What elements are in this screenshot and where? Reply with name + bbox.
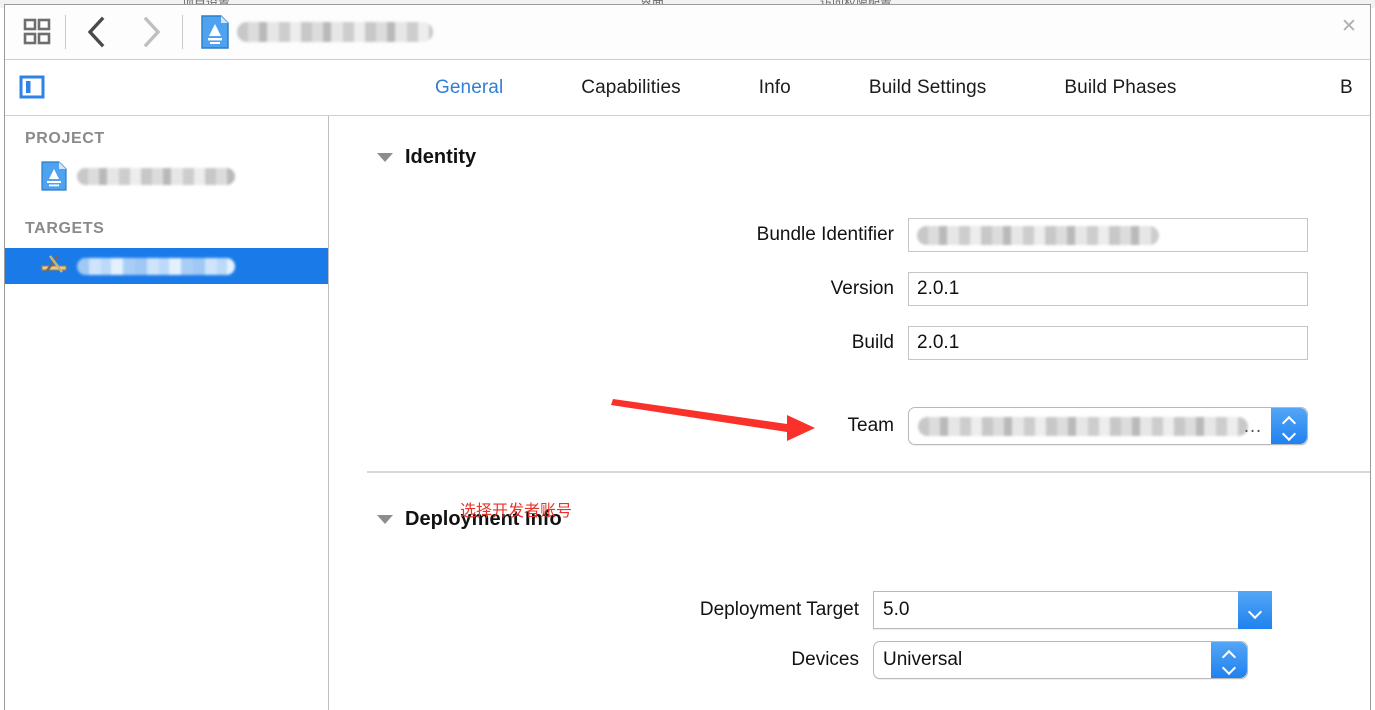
disclosure-triangle-icon[interactable] [377,153,393,162]
sidebar-header-targets: TARGETS [25,220,105,237]
sidebar-target-name-redacted [77,257,235,275]
devices-stepper-arrows[interactable] [1211,642,1247,678]
toolbar-separator-1 [65,15,66,49]
xcode-target-icon [41,251,67,281]
team-label: Team [847,415,894,436]
identity-section-header[interactable]: Identity [377,146,476,169]
devices-popup-button[interactable]: Universal [873,641,1248,679]
project-navigator-sidebar: PROJECT TARGETS [5,116,329,710]
bundle-identifier-input[interactable] [908,218,1308,252]
show-left-panel-icon[interactable] [17,72,47,102]
field-row-deployment-target: Deployment Target 5.0 [329,591,1339,629]
close-icon[interactable]: ✕ [1338,15,1360,37]
team-stepper-arrows[interactable] [1271,408,1307,444]
build-label: Build [851,332,894,353]
tab-list: General Capabilities Info Build Settings… [435,60,1177,115]
team-popup-button[interactable]: … [908,407,1308,445]
sidebar-item-project[interactable] [5,158,328,194]
devices-label: Devices [791,649,859,670]
field-row-bundle-identifier: Bundle Identifier [329,218,1339,252]
chevron-up-icon [1283,417,1296,425]
bundle-identifier-value-redacted [917,225,1159,245]
team-value-redacted [918,416,1248,436]
bundle-identifier-label: Bundle Identifier [756,224,894,245]
field-row-team: Team … [329,407,1339,445]
deployment-target-combobox[interactable]: 5.0 [873,591,1248,629]
version-label: Version [830,278,894,299]
forward-button[interactable] [124,15,178,49]
general-settings-pane: Identity Bundle Identifier Version 2.0.1… [329,116,1370,710]
chevron-down-icon [1283,428,1296,436]
sidebar-item-target[interactable] [5,248,328,284]
chevron-down-icon [1249,606,1262,614]
back-button[interactable] [70,15,124,49]
breadcrumb-project-name-redacted [237,22,433,42]
xcode-project-icon [41,161,67,191]
disclosure-triangle-icon[interactable] [377,515,393,524]
tab-build-rules-clipped[interactable]: B [1340,77,1366,99]
body: PROJECT TARGETS Identity Bundle Identifi… [5,116,1370,710]
sidebar-header-project: PROJECT [25,130,105,147]
tab-info[interactable]: Info [759,77,791,99]
tab-build-settings[interactable]: Build Settings [869,77,987,99]
toolbar-separator-2 [182,15,183,49]
field-row-devices: Devices Universal [329,641,1339,679]
annotation-label: 选择开发者账号 [460,503,573,520]
deployment-target-label: Deployment Target [699,599,859,620]
build-input[interactable]: 2.0.1 [908,326,1308,360]
identity-title: Identity [405,146,477,168]
sidebar-project-name-redacted [77,167,235,185]
deployment-target-dropdown-arrow[interactable] [1238,591,1272,629]
field-row-build: Build 2.0.1 [329,326,1339,360]
grid-icon[interactable] [15,17,61,47]
version-input[interactable]: 2.0.1 [908,272,1308,306]
xcode-window: ✕ General Capabilities Info Build Settin… [4,4,1371,710]
tab-general[interactable]: General [435,77,503,99]
breadcrumb[interactable] [201,12,433,52]
editor-tab-bar: General Capabilities Info Build Settings… [5,60,1370,116]
chevron-down-icon [1223,662,1236,670]
field-row-version: Version 2.0.1 [329,272,1339,306]
chevron-up-icon [1223,651,1236,659]
tab-build-phases[interactable]: Build Phases [1064,77,1176,99]
tab-capabilities[interactable]: Capabilities [581,77,680,99]
devices-value: Universal [883,649,963,670]
toolbar: ✕ [5,5,1370,60]
section-divider [367,471,1370,473]
xcode-project-icon [201,15,229,49]
team-truncation-ellipsis: … [1243,416,1263,437]
